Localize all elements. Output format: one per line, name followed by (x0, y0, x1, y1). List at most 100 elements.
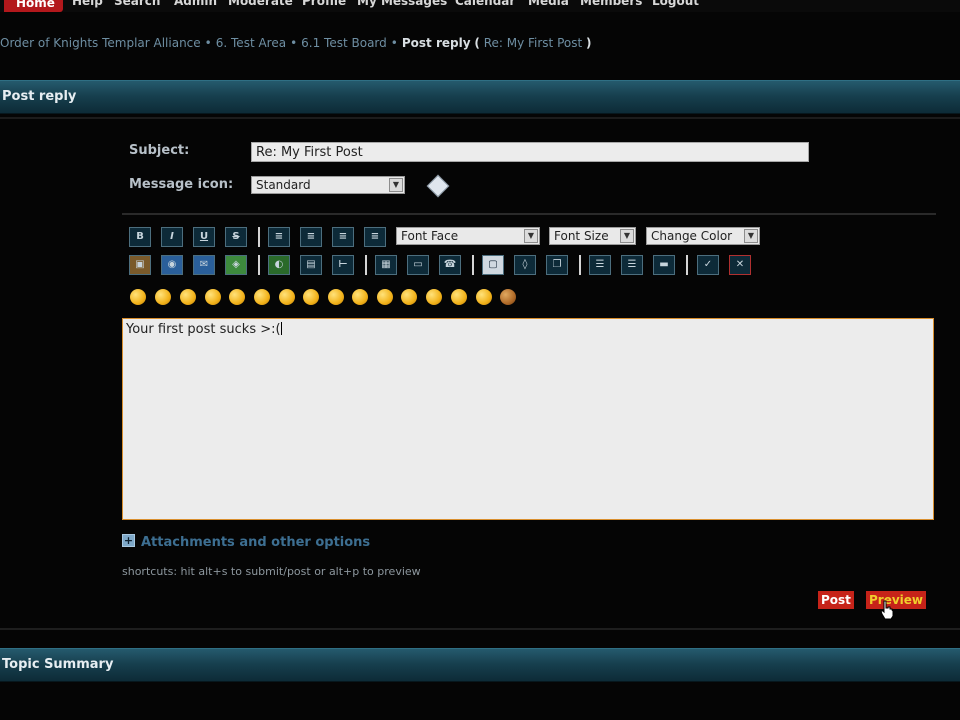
breadcrumb-separator: • (390, 36, 398, 50)
remove-format-icon[interactable]: ✕ (729, 255, 751, 275)
insert-row-icon[interactable]: ▭ (407, 255, 429, 275)
post-button[interactable]: Post (818, 591, 854, 609)
smiley-icon[interactable] (476, 289, 492, 305)
breadcrumb-board[interactable]: 6.1 Test Board (301, 36, 387, 50)
insert-quote-icon[interactable]: ❐ (546, 255, 568, 275)
nav-home[interactable]: Home (4, 0, 63, 12)
smiley-icon[interactable] (180, 289, 196, 305)
smiley-icon[interactable] (155, 289, 171, 305)
nav-admin[interactable]: Admin (174, 0, 217, 8)
italic-button[interactable]: I (161, 227, 183, 247)
align-right-icon[interactable]: ≡ (332, 227, 354, 247)
change-color-select[interactable]: Change Color ▼ (646, 227, 760, 245)
nav-moderate[interactable]: Moderate (228, 0, 293, 8)
insert-table-icon[interactable]: ▦ (375, 255, 397, 275)
toolbar-separator (686, 255, 688, 275)
text-caret (280, 322, 282, 335)
align-left-icon[interactable]: ≡ (268, 227, 290, 247)
breadcrumb-paren-open: ( (474, 36, 480, 50)
chevron-down-icon: ▼ (620, 229, 634, 243)
insert-email-icon[interactable]: ✉ (193, 255, 215, 275)
insert-php-icon[interactable]: ◊ (514, 255, 536, 275)
smiley-icon[interactable] (377, 289, 393, 305)
insert-image-icon[interactable]: ▣ (129, 255, 151, 275)
smiley-icon[interactable] (254, 289, 270, 305)
chevron-down-icon: ▼ (524, 229, 538, 243)
smiley-icon[interactable] (279, 289, 295, 305)
smiley-icon[interactable] (352, 289, 368, 305)
smiley-icon[interactable] (500, 289, 516, 305)
message-icon-preview-icon (426, 174, 450, 198)
font-face-select[interactable]: Font Face ▼ (396, 227, 540, 245)
underline-button[interactable]: U (193, 227, 215, 247)
hand-cursor-icon (880, 600, 894, 620)
nav-media[interactable]: Media (528, 0, 569, 8)
align-justify-icon[interactable]: ≡ (364, 227, 386, 247)
nav-members[interactable]: Members (580, 0, 642, 8)
insert-column-icon[interactable]: ☎ (439, 255, 461, 275)
toolbar-separator (579, 255, 581, 275)
subject-input[interactable]: Re: My First Post (251, 142, 809, 162)
smiley-icon[interactable] (205, 289, 221, 305)
preview-button[interactable]: Preview (866, 591, 927, 609)
toolbar-separator (258, 255, 260, 275)
toolbar-separator (472, 255, 474, 275)
attachments-options-link[interactable]: Attachments and other options (141, 535, 370, 550)
post-reply-title: Post reply (2, 89, 77, 104)
message-icon-select[interactable]: Standard ▼ (251, 176, 405, 194)
insert-link-icon[interactable]: ◉ (161, 255, 183, 275)
smiley-icon[interactable] (130, 289, 146, 305)
insert-ftp-icon[interactable]: ◈ (225, 255, 247, 275)
insert-media-icon[interactable]: ▤ (300, 255, 322, 275)
breadcrumb-forum[interactable]: Order of Knights Templar Alliance (0, 36, 201, 50)
smiley-icon[interactable] (426, 289, 442, 305)
topic-summary-title: Topic Summary (2, 657, 114, 672)
nav-logout[interactable]: Logout (652, 0, 699, 8)
section-divider (0, 628, 960, 630)
breadcrumb-area[interactable]: 6. Test Area (216, 36, 286, 50)
insert-hr-icon[interactable]: ⊢ (332, 255, 354, 275)
font-size-value: Font Size (554, 229, 609, 243)
smiley-icon[interactable] (328, 289, 344, 305)
smiley-icon[interactable] (303, 289, 319, 305)
toolbar-separator (258, 227, 260, 247)
shortcuts-hint: shortcuts: hit alt+s to submit/post or a… (122, 565, 421, 578)
align-center-icon[interactable]: ≡ (300, 227, 322, 247)
top-nav: Home Help Search Admin Moderate Profile … (0, 0, 960, 12)
message-icon-label: Message icon: (129, 177, 234, 192)
chevron-down-icon: ▼ (744, 229, 758, 243)
numbered-list-icon[interactable]: ☰ (621, 255, 643, 275)
smiley-icon[interactable] (401, 289, 417, 305)
breadcrumb-separator: • (290, 36, 298, 50)
subject-label: Subject: (129, 143, 190, 158)
list-item-icon[interactable]: ▬ (653, 255, 675, 275)
form-divider (122, 213, 936, 215)
bulleted-list-icon[interactable]: ☰ (589, 255, 611, 275)
nav-my-messages[interactable]: My Messages (357, 0, 447, 8)
insert-code-icon[interactable]: ▢ (482, 255, 504, 275)
font-size-select[interactable]: Font Size ▼ (549, 227, 636, 245)
font-face-value: Font Face (401, 229, 459, 243)
breadcrumb-current: Post reply (401, 36, 471, 50)
nav-profile[interactable]: Profile (302, 0, 346, 8)
toolbar-separator (365, 255, 367, 275)
nav-calendar[interactable]: Calendar (455, 0, 515, 8)
insert-flash-icon[interactable]: ◐ (268, 255, 290, 275)
smiley-icon[interactable] (229, 289, 245, 305)
breadcrumb-paren-close: ) (586, 36, 592, 50)
smiley-icon[interactable] (451, 289, 467, 305)
breadcrumb-topic-link[interactable]: Re: My First Post (484, 36, 582, 50)
breadcrumb: Order of Knights Templar Alliance • 6. Tes… (0, 36, 591, 52)
nav-help[interactable]: Help (72, 0, 103, 8)
bold-button[interactable]: B (129, 227, 151, 247)
expand-plus-icon[interactable]: + (122, 534, 135, 547)
breadcrumb-separator: • (204, 36, 212, 50)
chevron-down-icon: ▼ (389, 178, 403, 192)
spell-check-icon[interactable]: ✓ (697, 255, 719, 275)
strikethrough-button[interactable]: S (225, 227, 247, 247)
nav-search[interactable]: Search (114, 0, 160, 8)
message-textarea[interactable]: Your first post sucks >:( (122, 318, 934, 520)
change-color-value: Change Color (651, 229, 733, 243)
message-text: Your first post sucks >:( (126, 322, 281, 337)
header-divider (0, 117, 960, 119)
